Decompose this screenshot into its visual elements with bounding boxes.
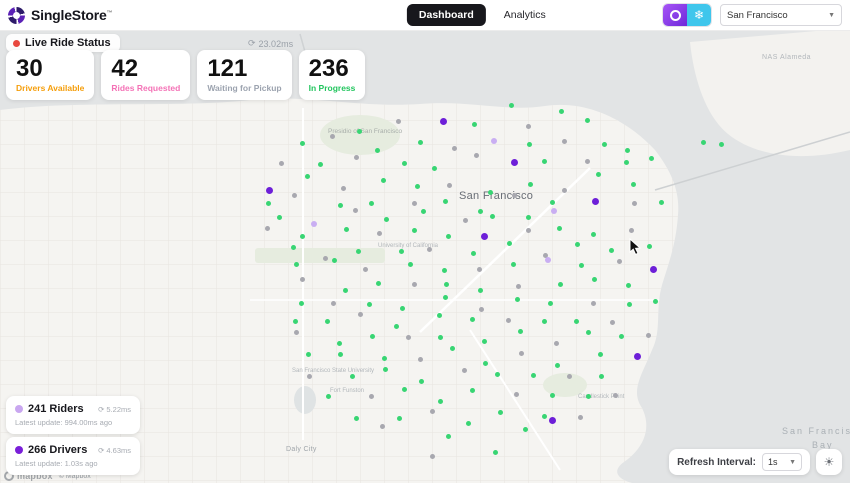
park-presidio [320,115,400,155]
singlestore-logo[interactable]: SingleStore™ [8,6,113,24]
drivers-latest-update: Latest update: 1.03s ago [15,459,98,468]
stat-value: 30 [16,55,43,82]
stat-in-progress: 236 In Progress [298,50,366,100]
nav-tabs: Dashboard Analytics [406,4,558,26]
park-golden-gate [255,248,385,263]
singlestore-ring-icon [669,9,681,21]
park-mclaren [543,373,587,397]
riders-dot-icon [15,405,23,413]
drivers-dot-icon [15,446,23,454]
trademark: ™ [106,10,113,17]
stat-rides-requested: 42 Rides Requested [101,50,191,100]
live-ride-status-label: Live Ride Status [25,37,111,49]
drivers-latency: ⟳ 4.63ms [98,445,131,455]
stat-waiting-for-pickup: 121 Waiting for Pickup [197,50,292,100]
stat-label: Waiting for Pickup [207,83,282,93]
stat-value: 236 [308,55,349,82]
stat-label: Drivers Available [16,83,85,93]
refresh-icon: ⟳ [98,445,105,455]
chevron-down-icon: ▼ [828,11,835,19]
riders-latest-update: Latest update: 994.00ms ago [15,418,113,427]
stats-row: 30 Drivers Available 42 Rides Requested … [6,50,366,100]
singlestore-toggle-button[interactable] [663,4,687,26]
logo-text: SingleStore™ [31,7,113,23]
refresh-interval-label: Refresh Interval: [677,456,756,468]
snowflake-icon: ❄ [693,8,705,22]
refresh-icon: ⟳ [248,38,256,48]
latency-value: 23.02ms [258,38,294,49]
header-controls: ❄ San Francisco ▼ [662,3,842,27]
query-latency-chip: ⟳ 23.02ms [248,38,293,49]
settings-button[interactable]: ☀ [816,449,842,475]
chevron-down-icon: ▼ [789,458,796,466]
stat-drivers-available: 30 Drivers Available [6,50,95,100]
top-navbar: SingleStore™ Dashboard Analytics ❄ San F… [0,0,850,31]
tab-dashboard[interactable]: Dashboard [406,4,486,26]
city-select[interactable]: San Francisco ▼ [720,4,842,26]
riders-card: 241 Riders ⟳ 5.22ms Latest update: 994.00… [6,396,140,434]
drivers-count: 266 Drivers [28,444,88,456]
riders-latency: ⟳ 5.22ms [98,404,131,414]
drivers-card: 266 Drivers ⟳ 4.63ms Latest update: 1.03s… [6,437,140,475]
refresh-interval-bar: Refresh Interval: 1s ▼ [669,449,810,475]
stat-value: 121 [207,55,248,82]
database-toggle: ❄ [662,3,712,27]
riders-count: 241 Riders [28,403,84,415]
lake-merced [294,386,316,414]
settings-sun-icon: ☀ [823,455,835,469]
snowflake-toggle-button[interactable]: ❄ [687,4,711,26]
singlestore-logo-icon [8,6,25,24]
live-red-dot [13,39,20,47]
tab-analytics[interactable]: Analytics [492,4,558,26]
city-select-value: San Francisco [727,9,788,21]
refresh-icon: ⟳ [98,404,105,414]
stat-label: Rides Requested [111,83,181,93]
stat-value: 42 [111,55,139,82]
refresh-interval-value: 1s [768,457,778,467]
stat-label: In Progress [308,83,356,93]
refresh-interval-select[interactable]: 1s ▼ [762,453,802,471]
